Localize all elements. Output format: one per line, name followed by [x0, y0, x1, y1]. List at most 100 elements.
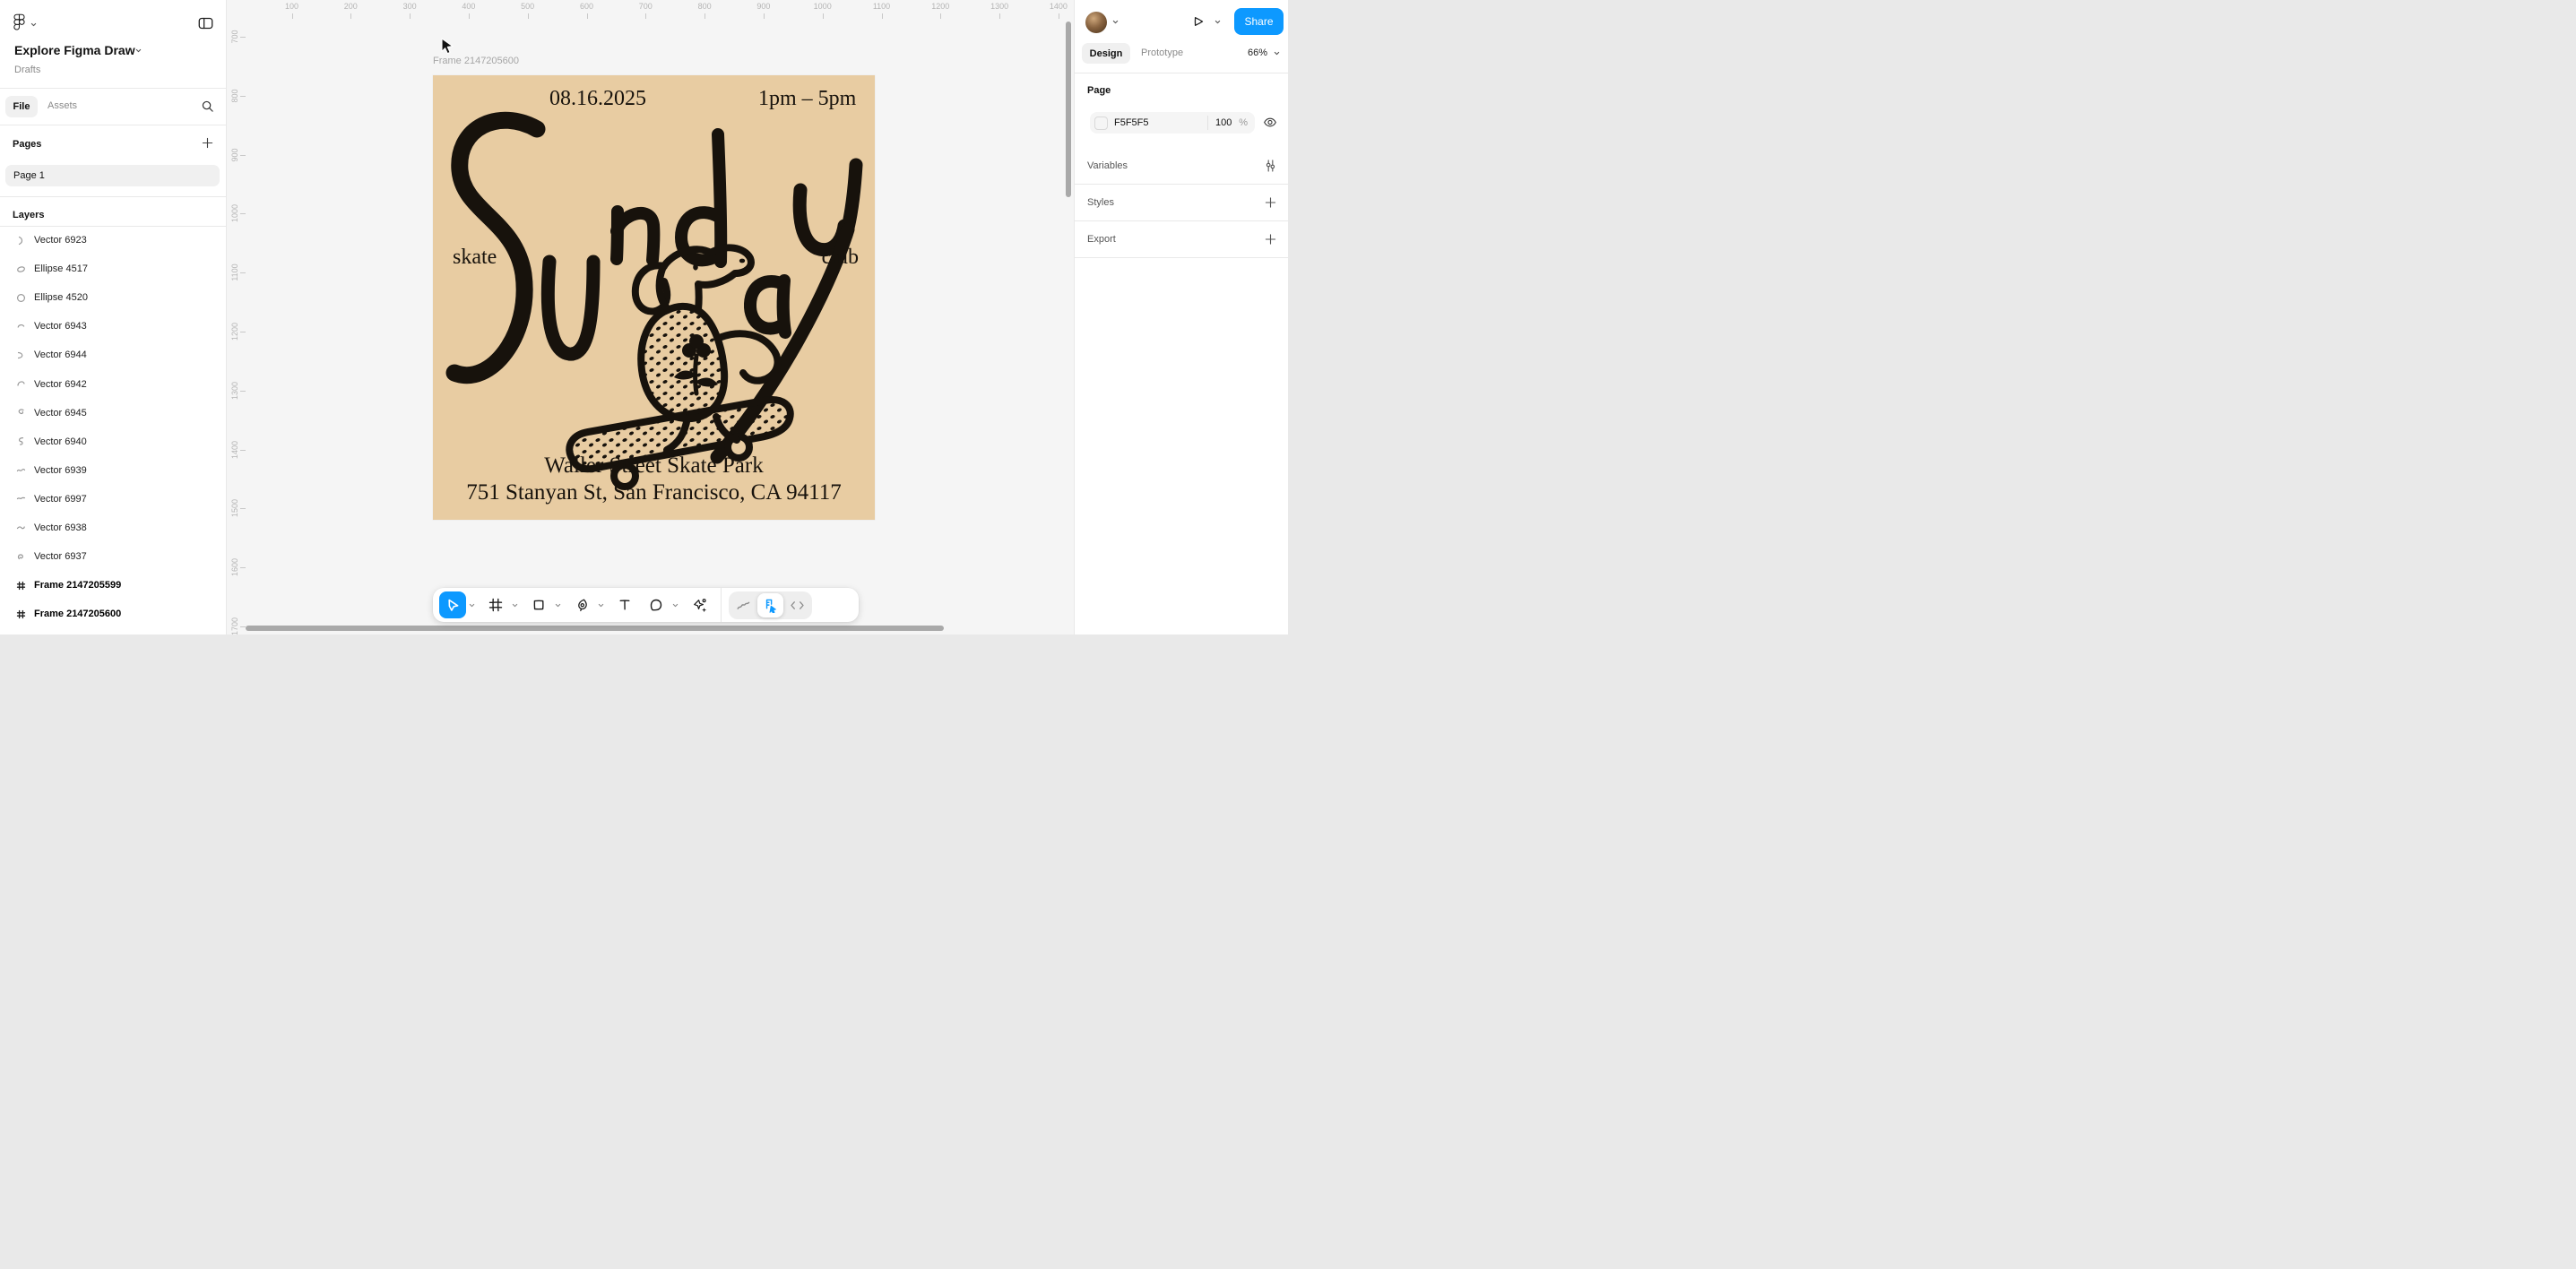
move-dropdown-chevron-icon[interactable] — [466, 601, 478, 609]
ruler-label: 900 — [756, 2, 770, 11]
ruler-label: 1400 — [1050, 2, 1068, 11]
tab-assets[interactable]: Assets — [48, 100, 77, 111]
layer-row[interactable]: Vector 6942 — [0, 369, 226, 398]
main-menu-chevron-icon[interactable] — [30, 21, 38, 29]
text-tool[interactable] — [611, 591, 638, 618]
poster-address: 751 Stanyan St, San Francisco, CA 94117 — [433, 480, 875, 505]
frame-tool[interactable] — [482, 591, 509, 618]
ruler-label: 1200 — [931, 2, 949, 11]
document-title-chevron-icon[interactable] — [134, 47, 143, 55]
ruler-label: 700 — [639, 2, 653, 11]
measure-mode-button[interactable] — [757, 593, 783, 617]
dev-mode-button[interactable] — [784, 593, 810, 617]
layer-row[interactable]: Frame 2147205600 — [0, 600, 226, 628]
document-location[interactable]: Drafts — [14, 65, 40, 75]
ruler-label: 200 — [344, 2, 358, 11]
page-color-hex[interactable]: F5F5F5 — [1114, 117, 1207, 128]
move-tool-group — [439, 591, 478, 618]
layer-row[interactable]: Vector 6943 — [0, 312, 226, 341]
avatar-chevron-icon[interactable] — [1111, 18, 1119, 26]
search-icon[interactable] — [201, 99, 214, 113]
poster-date: 08.16.2025 — [549, 87, 646, 111]
pages-header: Pages — [13, 139, 41, 150]
section-export[interactable]: Export — [1075, 221, 1288, 258]
ruler-label: 400 — [462, 2, 475, 11]
ruler-label: 600 — [580, 2, 593, 11]
vector-icon — [15, 350, 26, 360]
layer-label: Vector 6938 — [34, 522, 87, 533]
ruler-tick — [292, 13, 293, 19]
poster-word-club: club — [822, 246, 859, 270]
ruler-tick — [240, 213, 246, 214]
layer-row[interactable]: Vector 6945 — [0, 399, 226, 427]
zoom-level[interactable]: 66% — [1248, 47, 1267, 58]
move-tool[interactable] — [439, 591, 466, 618]
ruler-label: 1000 — [230, 204, 239, 222]
plus-icon[interactable] — [1265, 197, 1276, 209]
add-page-icon[interactable] — [202, 137, 213, 149]
frame-tool-group — [482, 591, 521, 618]
layer-row[interactable]: Vector 6939 — [0, 456, 226, 485]
share-button[interactable]: Share — [1234, 8, 1284, 35]
layer-row[interactable]: Ellipse 4517 — [0, 255, 226, 283]
actions-tool-icon — [692, 598, 707, 613]
frame-name-label[interactable]: Frame 2147205600 — [433, 56, 519, 66]
ruler-label: 500 — [521, 2, 534, 11]
horizontal-scrollbar[interactable] — [246, 626, 944, 631]
layer-row[interactable]: Vector 6997 — [0, 485, 226, 514]
rectangle-tool[interactable] — [525, 591, 552, 618]
zoom-chevron-icon[interactable] — [1273, 49, 1281, 57]
actions-tool-group — [686, 591, 713, 618]
figma-logo-icon[interactable] — [13, 13, 26, 32]
page-section-title: Page — [1087, 85, 1111, 96]
ruler-tick — [240, 96, 246, 97]
layer-label: Frame 2147205599 — [34, 580, 121, 591]
tab-file[interactable]: File — [5, 96, 38, 117]
poster-time: 1pm – 5pm — [758, 87, 856, 111]
draw-mode-icon — [736, 600, 751, 611]
section-variables[interactable]: Variables — [1075, 148, 1288, 185]
present-play-icon[interactable] — [1192, 15, 1205, 28]
document-title[interactable]: Explore Figma Draw — [14, 43, 135, 57]
layer-row[interactable]: Vector 6937 — [0, 542, 226, 571]
vector-icon — [15, 408, 26, 419]
vector-icon — [15, 263, 26, 274]
page-color-swatch[interactable] — [1094, 117, 1108, 130]
tab-design[interactable]: Design — [1082, 43, 1130, 64]
tab-prototype[interactable]: Prototype — [1141, 47, 1183, 58]
draw-mode-button[interactable] — [730, 593, 756, 617]
rectangle-dropdown-chevron-icon[interactable] — [552, 601, 564, 609]
canvas-viewport[interactable]: 1002003004005006007008009001000110012001… — [227, 0, 1074, 634]
page-color-row[interactable]: F5F5F5 100 % — [1090, 112, 1255, 134]
comment-tool[interactable] — [643, 591, 670, 618]
section-styles[interactable]: Styles — [1075, 185, 1288, 221]
pen-tool[interactable] — [568, 591, 595, 618]
vertical-scrollbar[interactable] — [1066, 22, 1071, 197]
layer-row[interactable]: Vector 6923 — [0, 226, 226, 255]
layer-row[interactable]: Vector 6940 — [0, 427, 226, 456]
layer-row[interactable]: Vector 6944 — [0, 341, 226, 369]
section-title: Export — [1087, 234, 1116, 245]
ruler-tick — [764, 13, 765, 19]
frame-tool-icon — [488, 598, 503, 612]
page-opacity-value[interactable]: 100 — [1208, 117, 1239, 128]
present-chevron-icon[interactable] — [1214, 18, 1222, 26]
toggle-sidebar-icon[interactable] — [198, 17, 213, 30]
sliders-icon[interactable] — [1265, 160, 1276, 173]
dev-mode-icon — [790, 600, 805, 611]
ruler-label: 800 — [230, 89, 239, 102]
comment-dropdown-chevron-icon[interactable] — [670, 601, 681, 609]
avatar[interactable] — [1085, 12, 1107, 33]
actions-tool[interactable] — [686, 591, 713, 618]
visibility-eye-icon[interactable] — [1263, 117, 1277, 127]
ruler-label: 1500 — [230, 499, 239, 517]
layer-row[interactable]: Ellipse 4520 — [0, 283, 226, 312]
poster-frame[interactable]: 08.16.2025 1pm – 5pm skate club Waller S… — [433, 75, 875, 520]
page-item-selected[interactable]: Page 1 — [5, 165, 220, 186]
layer-row[interactable]: Frame 2147205599 — [0, 571, 226, 600]
layer-row[interactable]: Vector 6938 — [0, 514, 226, 542]
pen-dropdown-chevron-icon[interactable] — [595, 601, 607, 609]
plus-icon[interactable] — [1265, 234, 1276, 246]
move-tool-icon — [445, 597, 461, 613]
frame-dropdown-chevron-icon[interactable] — [509, 601, 521, 609]
